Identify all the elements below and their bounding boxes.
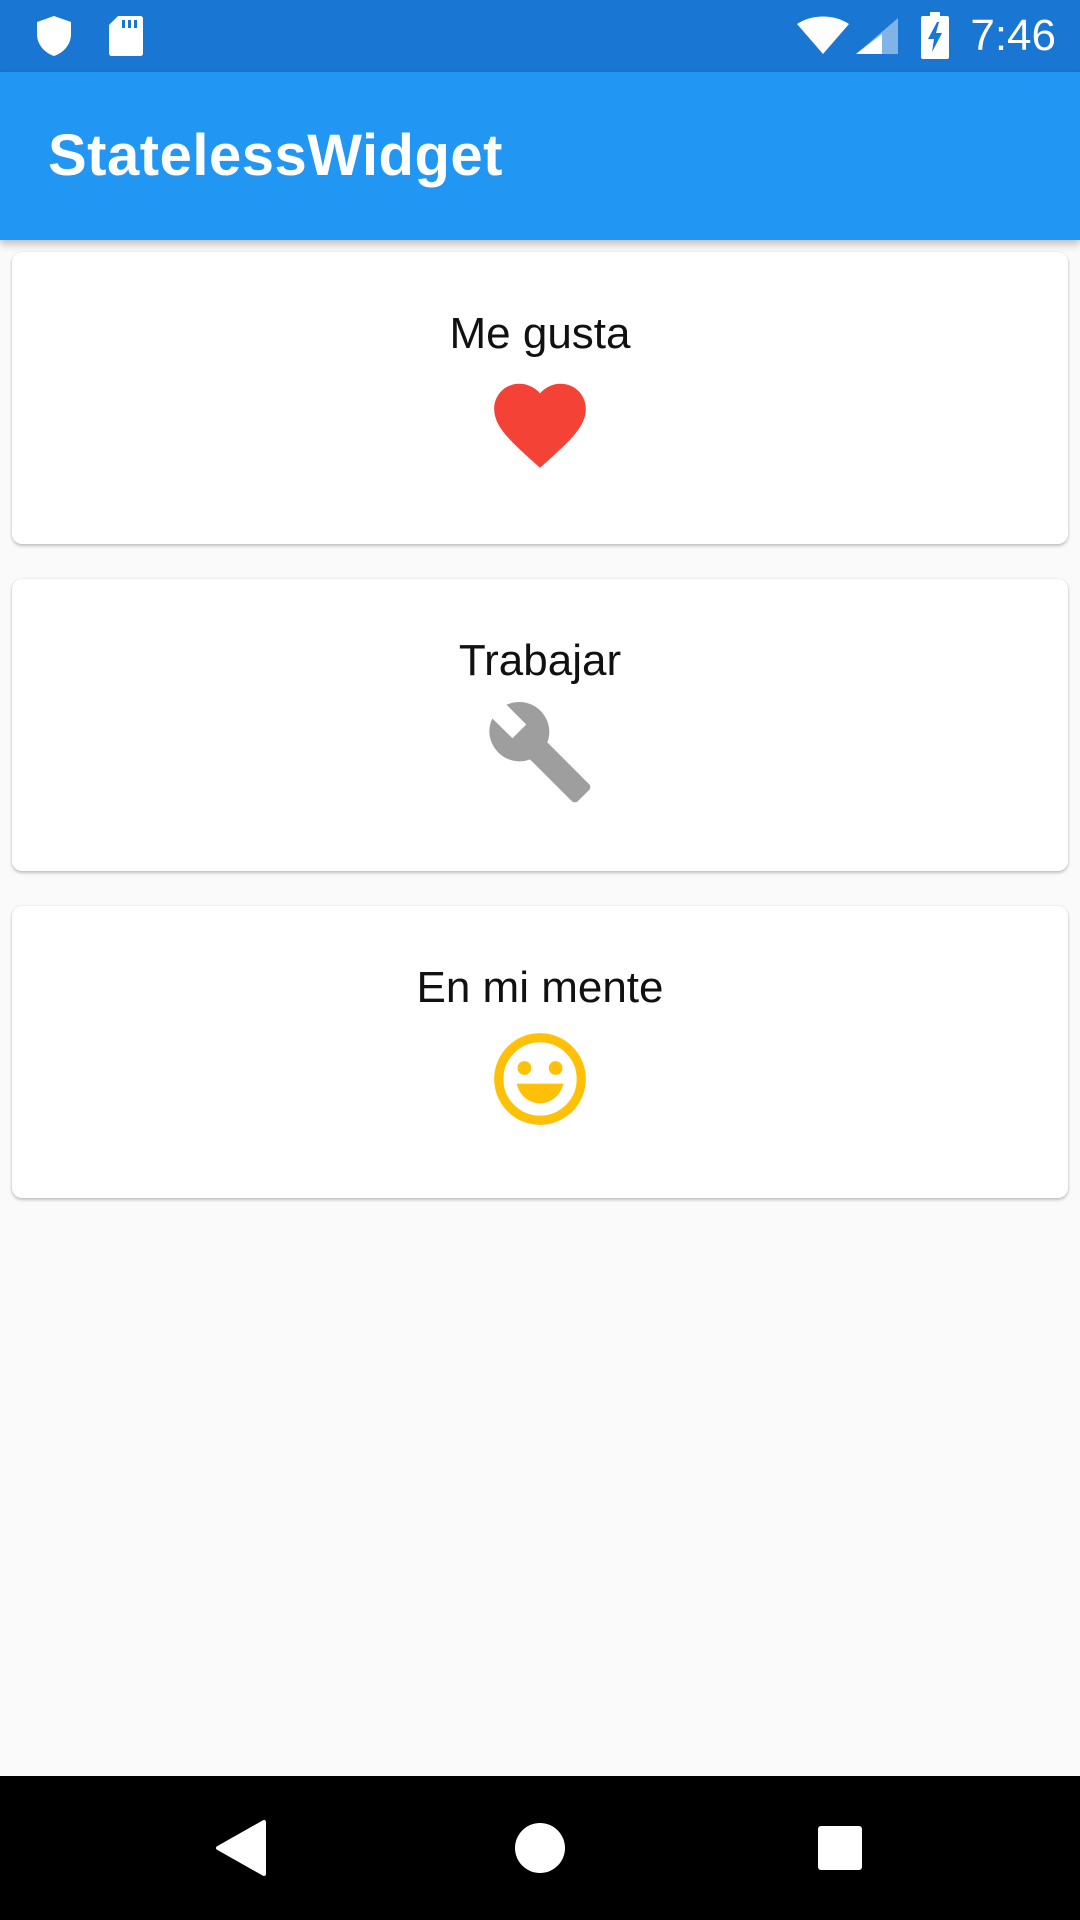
status-time: 7:46	[970, 11, 1056, 60]
wrench-icon	[489, 702, 591, 803]
card-en-mi-mente: En mi mente	[12, 906, 1068, 1198]
back-icon[interactable]	[204, 1812, 276, 1884]
card-label: En mi mente	[416, 963, 664, 1012]
sd-card-icon	[109, 16, 143, 56]
smiley-icon	[494, 1033, 586, 1125]
home-icon[interactable]	[504, 1812, 576, 1884]
app-title: StatelessWidget	[48, 123, 503, 188]
app-bar: StatelessWidget	[0, 72, 1080, 240]
shield-icon	[37, 16, 71, 56]
card-label: Me gusta	[449, 309, 631, 358]
cell-signal-icon	[856, 18, 898, 54]
card-list[interactable]: Me gusta Trabajar En mi mente	[0, 240, 1080, 1776]
card-label: Trabajar	[458, 636, 622, 685]
heart-icon	[494, 383, 586, 468]
status-bar: 7:46	[0, 0, 1080, 72]
card-me-gusta: Me gusta	[12, 252, 1068, 544]
recents-icon[interactable]	[804, 1812, 876, 1884]
navigation-bar	[0, 1776, 1080, 1920]
battery-charging-icon	[921, 12, 949, 59]
card-trabajar: Trabajar	[12, 579, 1068, 871]
wifi-icon	[797, 16, 849, 54]
